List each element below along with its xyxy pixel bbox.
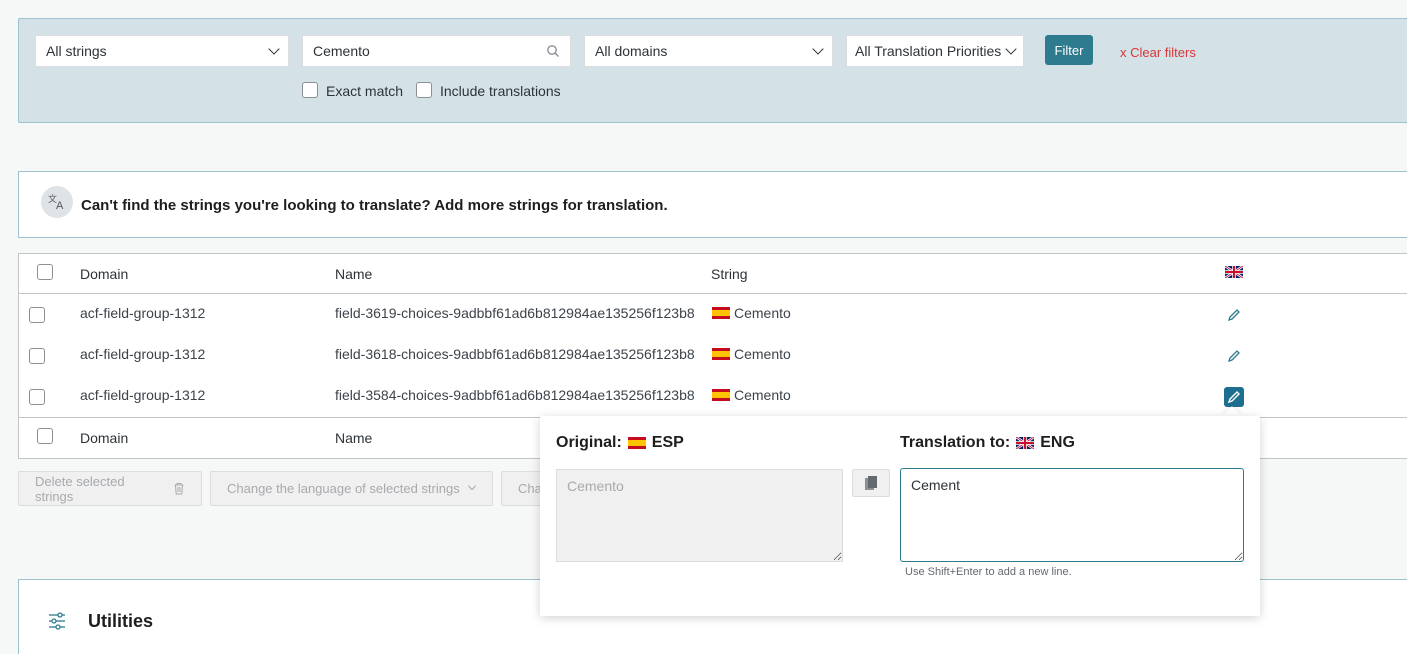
spain-flag-icon <box>712 389 730 401</box>
shift-enter-hint: Use Shift+Enter to add a new line. <box>905 566 1072 578</box>
row-name: field-3618-choices-9adbbf61ad6b812984ae1… <box>335 346 695 362</box>
utilities-title: Utilities <box>88 611 154 631</box>
pencil-icon <box>1227 309 1240 322</box>
select-all-footer-checkbox[interactable] <box>37 428 53 444</box>
original-lang: ESP <box>651 434 684 451</box>
exact-match-label: Exact match <box>326 83 404 99</box>
strings-select-value: All strings <box>46 43 107 59</box>
row-domain: acf-field-group-1312 <box>80 346 206 362</box>
pencil-icon <box>1227 350 1240 363</box>
select-all-checkbox[interactable] <box>37 264 53 280</box>
priorities-select-value: All Translation Priorities <box>855 43 1002 59</box>
row-checkbox[interactable] <box>29 307 45 323</box>
spain-flag-icon <box>712 348 730 360</box>
change-priority-label: Cha <box>518 481 542 496</box>
uk-flag-icon <box>1016 437 1035 449</box>
row-string: Cemento <box>712 387 791 403</box>
clear-filters-link[interactable]: x Clear filters <box>1120 45 1196 60</box>
column-header-string[interactable]: String <box>711 266 748 282</box>
row-string-text: Cemento <box>734 305 791 321</box>
spain-flag-icon <box>712 307 730 319</box>
chevron-down-icon <box>1005 42 1017 55</box>
change-language-button[interactable]: Change the language of selected strings <box>210 471 493 506</box>
original-label: Original: <box>556 434 622 451</box>
edit-translation-button-active[interactable] <box>1224 387 1244 407</box>
row-string-text: Cemento <box>734 387 791 403</box>
row-string-text: Cemento <box>734 346 791 362</box>
footer-header-name[interactable]: Name <box>335 430 372 446</box>
row-string: Cemento <box>712 305 791 321</box>
sliders-icon <box>49 612 65 630</box>
include-translations-label: Include translations <box>440 83 561 99</box>
priorities-select[interactable]: All Translation Priorities <box>846 35 1024 67</box>
search-icon <box>547 45 559 57</box>
header-divider <box>19 293 1407 294</box>
row-checkbox[interactable] <box>29 348 45 364</box>
row-domain: acf-field-group-1312 <box>80 387 206 403</box>
row-name: field-3619-choices-9adbbf61ad6b812984ae1… <box>335 305 695 321</box>
search-input[interactable]: Cemento <box>302 35 571 67</box>
column-header-domain[interactable]: Domain <box>80 266 128 282</box>
change-language-label: Change the language of selected strings <box>227 481 460 496</box>
copy-icon <box>865 476 877 490</box>
translation-textarea[interactable]: Cement <box>900 468 1244 562</box>
row-checkbox[interactable] <box>29 389 45 405</box>
translate-icon: 文 A <box>41 186 73 218</box>
delete-selected-strings-button[interactable]: Delete selected strings <box>18 471 202 506</box>
filter-panel <box>18 18 1407 123</box>
chevron-down-icon <box>812 42 824 55</box>
uk-flag-icon <box>1225 266 1243 278</box>
edit-translation-button[interactable] <box>1224 305 1244 325</box>
translation-lang: ENG <box>1040 434 1075 451</box>
include-translations-checkbox[interactable] <box>416 82 432 98</box>
chevron-down-icon <box>268 42 280 55</box>
filter-button[interactable]: Filter <box>1045 35 1093 65</box>
strings-select[interactable]: All strings <box>35 35 289 67</box>
spain-flag-icon <box>627 437 646 449</box>
pencil-icon <box>1227 391 1240 404</box>
exact-match-checkbox[interactable] <box>302 82 318 98</box>
search-input-value: Cemento <box>313 43 370 59</box>
delete-selected-label: Delete selected strings <box>35 473 125 504</box>
chevron-down-icon <box>467 481 476 491</box>
domains-select-value: All domains <box>595 43 668 59</box>
svg-text:A: A <box>56 200 64 211</box>
trash-icon <box>174 483 184 495</box>
column-header-name[interactable]: Name <box>335 266 372 282</box>
footer-header-domain[interactable]: Domain <box>80 430 128 446</box>
notice-text: Can't find the strings you're looking to… <box>81 197 668 214</box>
row-domain: acf-field-group-1312 <box>80 305 206 321</box>
translation-label: Translation to: <box>900 434 1011 451</box>
translation-heading: Translation to: ENG <box>900 434 1075 452</box>
original-heading: Original: ESP <box>556 434 684 452</box>
edit-translation-button[interactable] <box>1224 346 1244 366</box>
row-string: Cemento <box>712 346 791 362</box>
original-textarea: Cemento <box>556 469 843 562</box>
row-name: field-3584-choices-9adbbf61ad6b812984ae1… <box>335 387 695 403</box>
domains-select[interactable]: All domains <box>584 35 833 67</box>
copy-original-button[interactable] <box>852 469 890 497</box>
